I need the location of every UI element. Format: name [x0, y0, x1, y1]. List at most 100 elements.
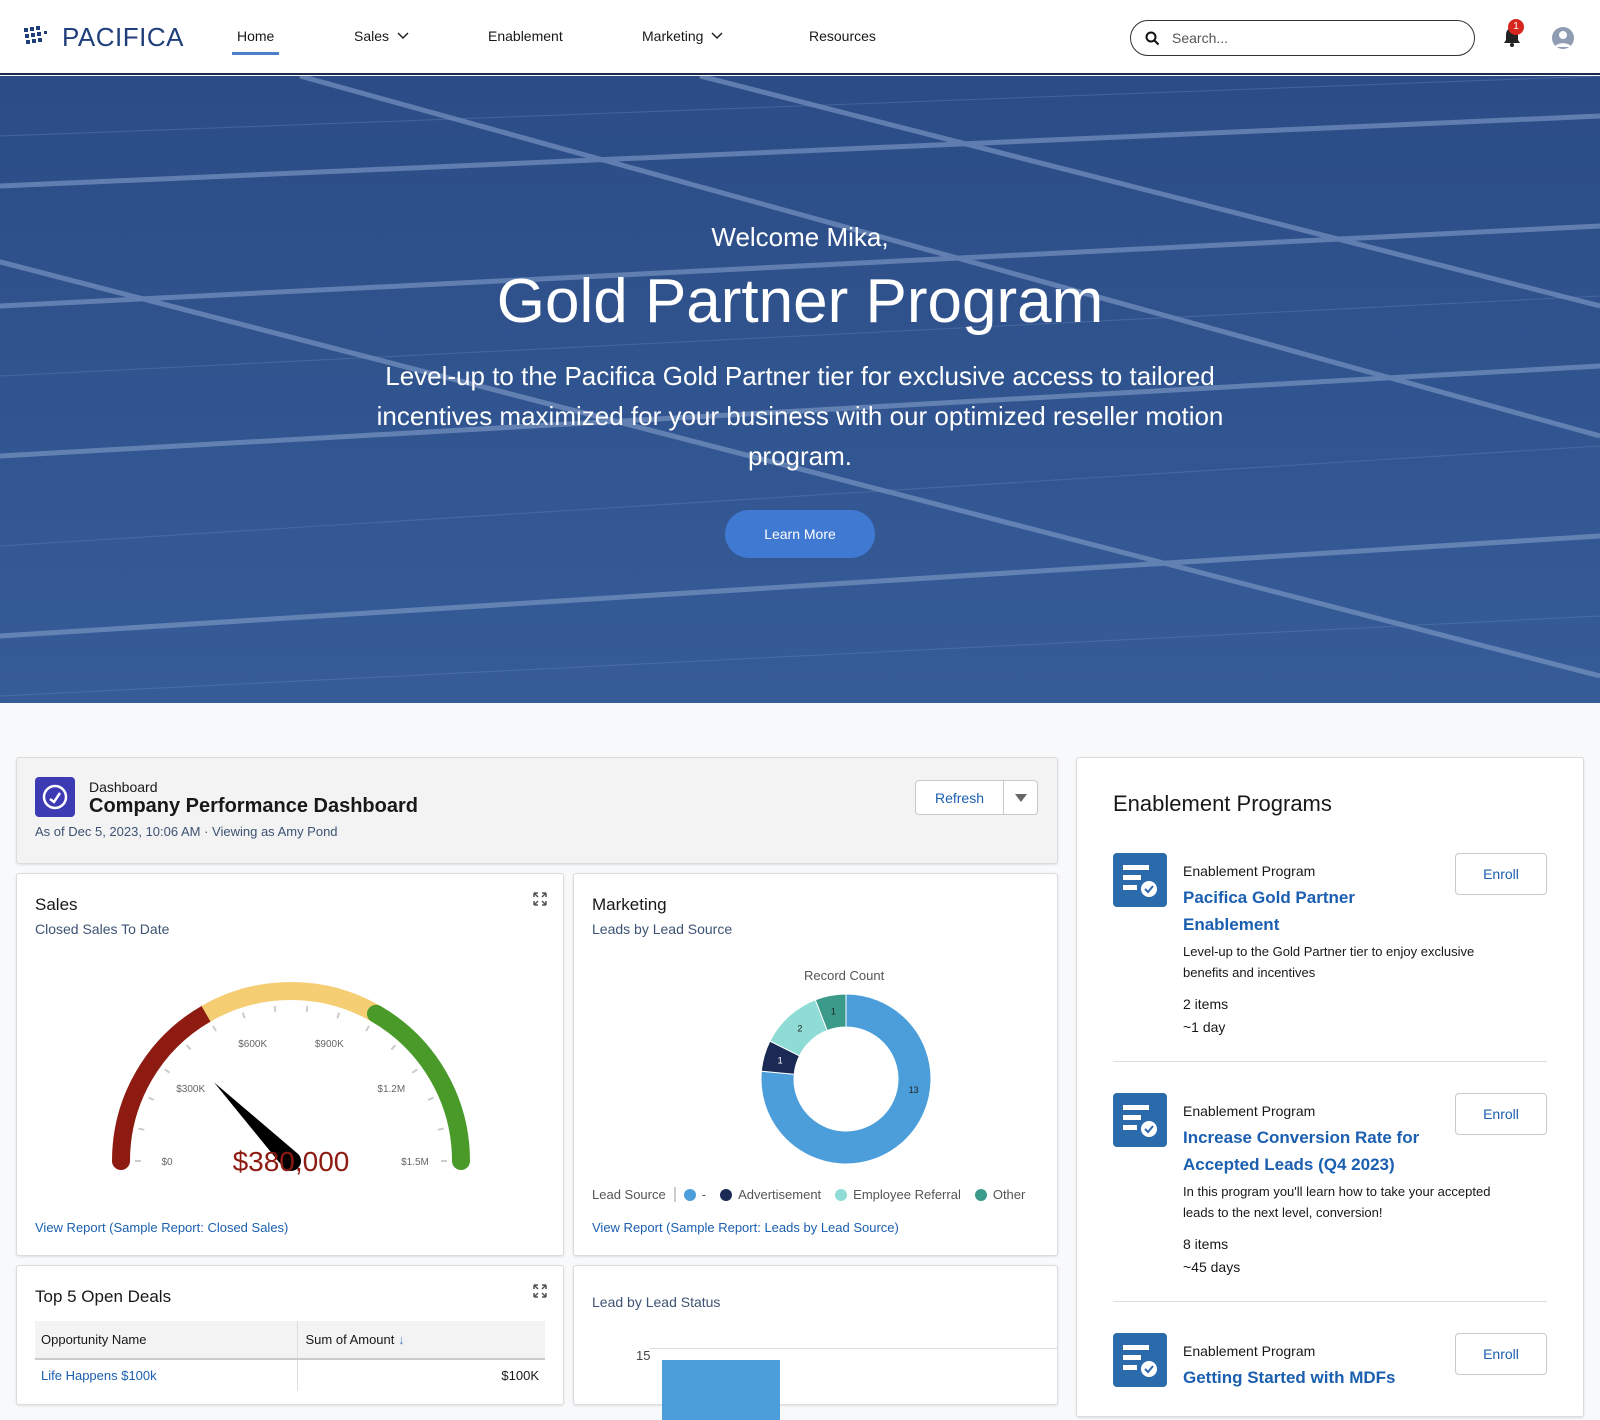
- program-title[interactable]: Pacifica Gold Partner Enablement: [1183, 884, 1433, 938]
- legend-item[interactable]: Advertisement: [720, 1187, 821, 1202]
- gauge-tick: [427, 1096, 434, 1101]
- program-duration: ~1 day: [1183, 1019, 1226, 1035]
- legend-label: Advertisement: [738, 1187, 822, 1202]
- slice-label: 2: [797, 1023, 802, 1033]
- nav-label: Home: [237, 28, 275, 44]
- brand-logo[interactable]: PACIFICA: [24, 22, 184, 53]
- slice-label: 1: [831, 1007, 836, 1017]
- gauge-tick: [411, 1068, 418, 1074]
- column-label: Sum of Amount: [305, 1332, 395, 1347]
- top-nav: PACIFICA Home Sales Enablement Marketing…: [0, 0, 1600, 75]
- legend-item[interactable]: Employee Referral: [835, 1187, 961, 1202]
- nav-home[interactable]: Home: [231, 28, 280, 55]
- column-header-opportunity[interactable]: Opportunity Name: [35, 1321, 298, 1359]
- program-kind: Enablement Program: [1183, 1343, 1316, 1359]
- program-duration: ~45 days: [1183, 1259, 1241, 1275]
- nav-sales[interactable]: Sales: [354, 28, 409, 44]
- gauge-tick-label: $900K: [315, 1039, 344, 1050]
- legend-label: Employee Referral: [853, 1187, 961, 1202]
- dashboard-header: Dashboard Company Performance Dashboard …: [16, 757, 1058, 864]
- gauge-tick: [273, 1005, 277, 1012]
- marketing-title: Marketing: [592, 895, 667, 914]
- nav-label: Resources: [809, 28, 876, 44]
- enroll-button[interactable]: Enroll: [1455, 1333, 1547, 1375]
- caret-down-icon: [1014, 794, 1027, 802]
- enroll-button[interactable]: Enroll: [1455, 853, 1547, 895]
- expand-icon[interactable]: [533, 1284, 547, 1298]
- legend-swatch: [683, 1188, 696, 1201]
- y-tick-label: 15: [636, 1348, 651, 1363]
- expand-icon[interactable]: [533, 892, 547, 906]
- bar: [662, 1360, 780, 1420]
- gauge-tick: [185, 1044, 192, 1051]
- nav-resources[interactable]: Resources: [809, 28, 876, 44]
- refresh-menu-button[interactable]: [1003, 780, 1038, 815]
- program-title[interactable]: Getting Started with MDFs: [1183, 1364, 1433, 1391]
- chevron-down-icon: [397, 32, 409, 40]
- column-header-amount[interactable]: Sum of Amount ↓: [297, 1321, 545, 1359]
- legend-item[interactable]: -: [683, 1187, 707, 1202]
- gauge-tick: [148, 1096, 155, 1101]
- opportunity-link[interactable]: Life Happens $100k: [35, 1359, 298, 1391]
- legend-item[interactable]: Other: [974, 1187, 1026, 1202]
- divider: [1113, 1061, 1547, 1062]
- hero-banner: Welcome Mika, Gold Partner Program Level…: [0, 76, 1600, 703]
- sales-card: Sales Closed Sales To Date $0 $300K $600K $…: [16, 873, 564, 1256]
- lead-status-card: Lead by Lead Status 15: [573, 1265, 1058, 1420]
- lead-status-title: Lead by Lead Status: [592, 1294, 721, 1310]
- enablement-title: Enablement Programs: [1113, 791, 1332, 816]
- sort-arrow-icon: ↓: [398, 1332, 405, 1347]
- legend-swatch: [720, 1188, 733, 1201]
- gauge-tick: [212, 1025, 217, 1032]
- hero-title: Gold Partner Program: [496, 267, 1104, 336]
- nav-label: Sales: [354, 28, 390, 44]
- gauge-tick: [437, 1127, 444, 1131]
- program-icon: [1113, 1093, 1167, 1147]
- gauge-value: $380,000: [232, 1146, 350, 1177]
- gauge-tick: [365, 1025, 370, 1032]
- program-description: In this program you'll learn how to take…: [1183, 1184, 1491, 1220]
- donut-chart: 13 1 2 1: [760, 993, 932, 1165]
- refresh-button[interactable]: Refresh: [915, 780, 1004, 815]
- top-deals-card: Top 5 Open Deals Opportunity Name Sum of…: [16, 1265, 564, 1405]
- search-input[interactable]: Search...: [1130, 20, 1475, 56]
- legend-swatch: [974, 1188, 987, 1201]
- program-kind: Enablement Program: [1183, 863, 1316, 879]
- sales-title: Sales: [35, 895, 78, 914]
- user-icon: [1555, 31, 1571, 47]
- deals-title: Top 5 Open Deals: [35, 1287, 172, 1306]
- amount-cell: $100K: [501, 1368, 539, 1383]
- nav-enablement[interactable]: Enablement: [488, 28, 563, 44]
- avatar[interactable]: [1552, 27, 1574, 49]
- gauge-tick: [390, 1044, 397, 1051]
- gauge-chart: $0$300K$600K $900K$1.2M$1.5M: [112, 982, 470, 1171]
- program-description: Level-up to the Gold Partner tier to enj…: [1183, 944, 1475, 980]
- marketing-card: Marketing Leads by Lead Source Record Co…: [573, 873, 1058, 1256]
- gauge-tick-label: $1.2M: [377, 1084, 405, 1095]
- nav-marketing[interactable]: Marketing: [642, 28, 723, 44]
- enroll-button[interactable]: Enroll: [1455, 1093, 1547, 1135]
- legend-label: Other: [992, 1187, 1026, 1202]
- legend-title: Lead Source: [592, 1187, 676, 1202]
- legend-label: -: [701, 1187, 707, 1202]
- marketing-report-link[interactable]: View Report (Sample Report: Leads by Lea…: [592, 1220, 899, 1235]
- hero-description: Level-up to the Pacifica Gold Partner ti…: [376, 361, 1224, 471]
- gauge-band: [201, 982, 381, 1022]
- legend-swatch: [835, 1188, 848, 1201]
- sales-report-link[interactable]: View Report (Sample Report: Closed Sales…: [35, 1220, 288, 1235]
- program-icon: [1113, 1333, 1167, 1387]
- gauge-tick: [241, 1012, 246, 1019]
- program-title[interactable]: Increase Conversion Rate for Accepted Le…: [1183, 1124, 1433, 1178]
- divider: [1113, 1301, 1547, 1302]
- donut-legend: Lead Source - Advertisement Employee Refer…: [592, 1187, 1025, 1202]
- table-row: Life Happens $100k $100K: [35, 1359, 545, 1391]
- program-kind: Enablement Program: [1183, 1103, 1316, 1119]
- gauge-tick: [138, 1127, 145, 1131]
- brand-name: PACIFICA: [62, 22, 184, 52]
- notification-badge: 1: [1508, 19, 1524, 35]
- deals-table: Opportunity Name Sum of Amount ↓ Life Ha…: [35, 1321, 545, 1391]
- dashboard-icon: [35, 777, 75, 817]
- learn-more-button[interactable]: Learn More: [725, 510, 875, 558]
- enablement-panel: Enablement Programs Enablement Program Pa…: [1076, 757, 1584, 1417]
- welcome-text: Welcome Mika,: [711, 222, 889, 252]
